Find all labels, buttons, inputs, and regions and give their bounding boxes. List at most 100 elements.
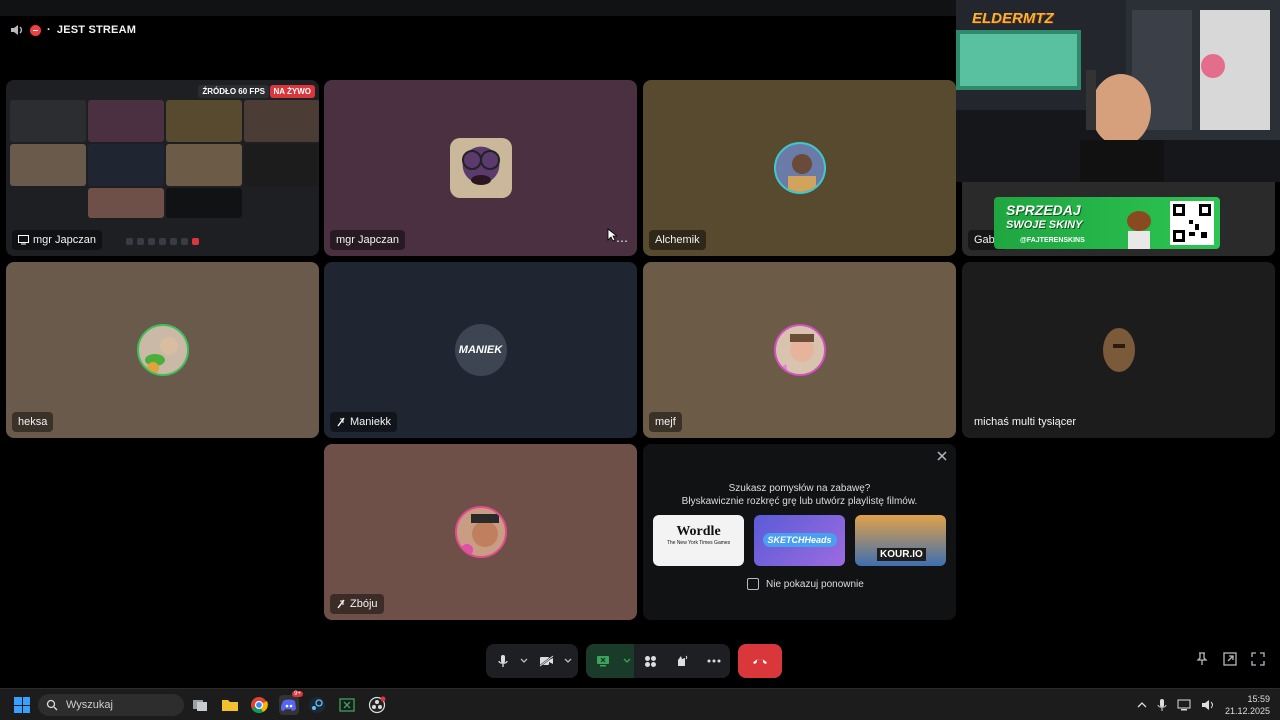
system-tray: 15:59 21.12.2025 xyxy=(1137,693,1270,717)
obs-icon[interactable] xyxy=(367,695,387,715)
call-header: · JEST STREAM xyxy=(0,0,956,62)
avatar xyxy=(136,324,189,376)
screen-share-button[interactable] xyxy=(586,644,620,678)
activities-button[interactable] xyxy=(634,644,666,678)
activities-prompt-line1: Szukasz pomysłów na zabawę? xyxy=(728,483,871,494)
soundboard-button[interactable] xyxy=(666,644,698,678)
game-card-kourio[interactable]: KOUR.IO xyxy=(855,515,946,566)
dont-show-again-label: Nie pokazuj ponownie xyxy=(766,578,864,590)
file-explorer-icon[interactable] xyxy=(220,695,240,715)
window-title-strip xyxy=(0,0,956,16)
participant-name: michaś multi tysiącer xyxy=(974,416,1077,428)
fullscreen-icon[interactable] xyxy=(1251,652,1265,666)
clock-date: 21.12.2025 xyxy=(1224,706,1270,716)
activities-icon xyxy=(644,655,656,667)
mic-camera-controls xyxy=(486,644,578,678)
mini-tile xyxy=(10,144,86,186)
participant-name: Alchemik xyxy=(655,234,700,246)
tile-participant[interactable]: Zbóju xyxy=(324,444,637,620)
muted-icon xyxy=(337,599,345,609)
chrome-icon[interactable] xyxy=(249,695,269,715)
dont-show-again-option[interactable]: Nie pokazuj ponownie xyxy=(747,578,864,590)
participant-name-tag: Alchemik xyxy=(649,230,706,250)
game-subtitle: The New York Times Games xyxy=(666,540,731,546)
tile-participant[interactable]: Alchemik xyxy=(643,80,956,256)
windows-start-icon[interactable] xyxy=(14,697,30,713)
activities-prompt-line2: Błyskawicznie rozkręć grę lub utwórz pla… xyxy=(681,496,918,507)
mini-tile xyxy=(10,100,86,142)
notification-badge: 9+ xyxy=(292,691,303,697)
camera-button[interactable] xyxy=(532,644,560,678)
speaker-icon[interactable] xyxy=(10,24,24,36)
soundboard-icon xyxy=(678,655,688,666)
participant-name-tag: mgr Japczan xyxy=(12,230,102,250)
tile-participant[interactable]: mgr Japczan ⋯ xyxy=(324,80,637,256)
microphone-icon xyxy=(498,655,508,667)
taskbar-search-box[interactable]: Wyszukaj xyxy=(38,694,184,716)
mini-tile xyxy=(166,144,242,186)
avatar-text: MANIEK xyxy=(458,344,503,356)
source-fps-badge: ŹRÓDŁO 60 FPS xyxy=(198,85,269,98)
chevron-down-icon xyxy=(623,658,631,663)
tile-participant[interactable]: MANIEK Maniekk xyxy=(324,262,637,438)
chevron-down-icon xyxy=(520,658,528,663)
task-view-icon[interactable] xyxy=(190,695,210,715)
ad-line2: SWOJE SKINY xyxy=(1006,219,1083,231)
steam-icon[interactable] xyxy=(307,695,327,715)
mini-tile xyxy=(166,188,242,218)
mini-tile xyxy=(88,144,164,186)
game-card-wordle[interactable]: Wordle The New York Times Games xyxy=(653,515,744,566)
hang-up-button[interactable] xyxy=(738,644,782,678)
tile-participant[interactable]: heksa xyxy=(6,262,319,438)
app-icon[interactable] xyxy=(337,695,357,715)
avatar xyxy=(773,324,826,376)
participant-name: mgr Japczan xyxy=(336,234,399,246)
ad-handle: @FAJTERENSKINS xyxy=(1020,237,1085,244)
camera-options-button[interactable] xyxy=(560,644,576,678)
ad-banner: SPRZEDAJ SWOJE SKINY @FAJTERENSKINS xyxy=(994,197,1220,249)
mini-tile xyxy=(244,144,319,186)
more-icon xyxy=(707,659,721,663)
status-dnd-icon xyxy=(30,24,41,36)
close-icon[interactable] xyxy=(936,450,948,462)
avatar xyxy=(449,138,512,198)
participant-name: Zbóju xyxy=(350,598,378,610)
separator-dot: · xyxy=(47,24,51,36)
tile-participant[interactable]: michaś multi tysiącer xyxy=(962,262,1275,438)
participant-name: mejf xyxy=(655,416,676,428)
streamer-webcam-overlay: ELDERMTZ xyxy=(956,0,1280,182)
volume-icon[interactable] xyxy=(1201,699,1215,711)
network-icon[interactable] xyxy=(1177,699,1191,711)
stream-title: JEST STREAM xyxy=(56,24,137,36)
microphone-options-button[interactable] xyxy=(516,644,532,678)
chevron-up-icon[interactable] xyxy=(1137,701,1147,709)
system-clock[interactable]: 15:59 21.12.2025 xyxy=(1225,693,1270,717)
dont-show-again-checkbox[interactable] xyxy=(747,578,759,590)
popout-icon[interactable] xyxy=(1223,652,1237,666)
pin-icon[interactable] xyxy=(1195,652,1209,666)
muted-icon xyxy=(337,417,345,427)
avatar xyxy=(773,142,826,194)
avatar xyxy=(454,506,507,558)
mini-tile xyxy=(244,100,319,142)
search-icon xyxy=(46,699,58,711)
game-title: KOUR.IO xyxy=(877,548,926,561)
mini-tile xyxy=(166,100,242,142)
game-card-sketchheads[interactable]: SKETCHHeads xyxy=(754,515,845,566)
participant-name-tag: mejf xyxy=(649,412,682,432)
stream-title-row: · JEST STREAM xyxy=(10,24,136,36)
tile-participant[interactable]: mejf xyxy=(643,262,956,438)
tile-screen-share[interactable]: ŹRÓDŁO 60 FPS NA ŻYWO mgr Japczan xyxy=(6,80,319,256)
more-button[interactable] xyxy=(698,644,730,678)
screen-share-options-button[interactable] xyxy=(620,644,634,678)
webcam-feed xyxy=(956,0,1280,182)
participant-name-tag: michaś multi tysiącer xyxy=(968,412,1082,432)
microphone-button[interactable] xyxy=(490,644,516,678)
more-options-button[interactable]: ⋯ xyxy=(616,234,629,248)
hang-up-icon xyxy=(753,659,767,664)
discord-app-icon[interactable]: 9+ xyxy=(279,691,303,715)
game-title: Wordle xyxy=(676,524,721,539)
microphone-icon[interactable] xyxy=(1157,698,1167,712)
dog-mascot-icon xyxy=(1127,211,1151,249)
participant-name-tag: mgr Japczan xyxy=(330,230,405,250)
